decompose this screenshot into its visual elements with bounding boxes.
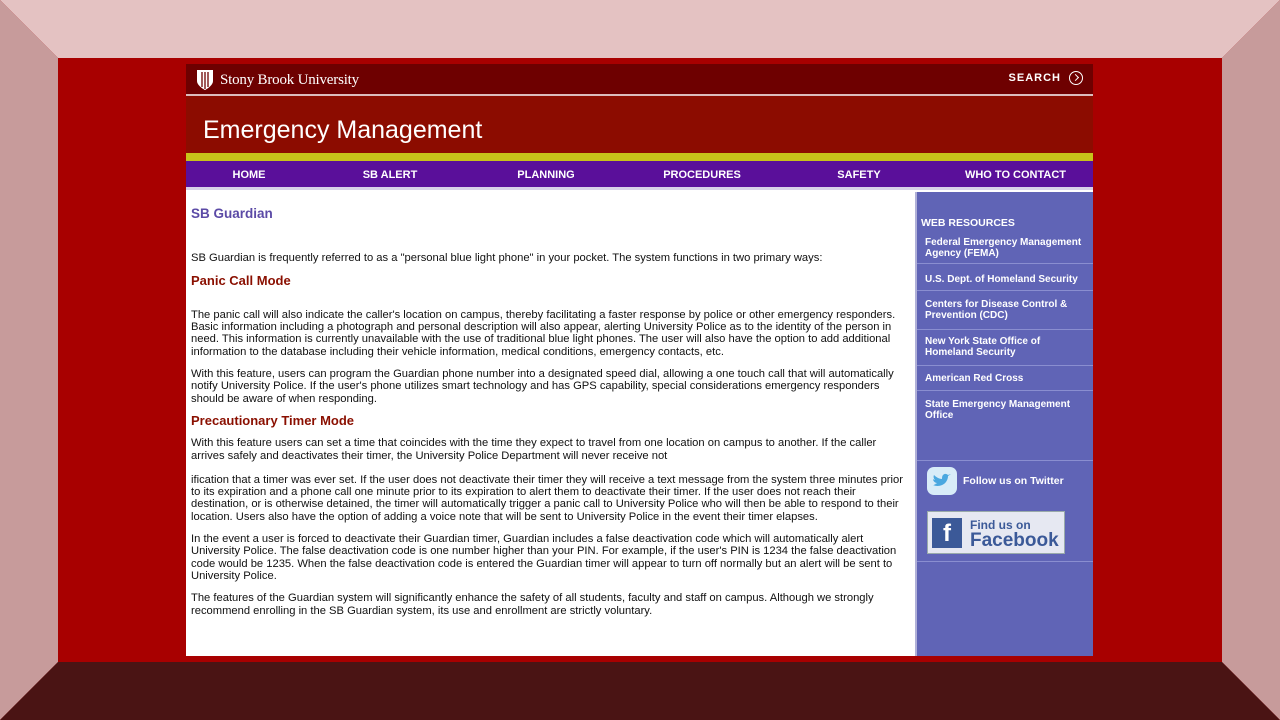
voluntary-paragraph: The features of the Guardian system will…: [191, 592, 874, 617]
gold-accent-bar: [186, 153, 1093, 161]
search-button[interactable]: SEARCH: [1009, 71, 1083, 85]
speed-dial-paragraph: With this feature, users can program the…: [191, 368, 894, 405]
web-resources-heading: WEB RESOURCES: [921, 217, 1015, 229]
sidebar-divider: [917, 460, 1093, 461]
nav-who-to-contact[interactable]: WHO TO CONTACT: [938, 161, 1093, 187]
nav-safety[interactable]: SAFETY: [780, 161, 938, 187]
timer-mode-heading: Precautionary Timer Mode: [191, 412, 355, 428]
nav-home[interactable]: HOME: [186, 161, 312, 187]
search-label: SEARCH: [1008, 72, 1061, 84]
twitter-bird-icon: [927, 467, 957, 495]
main-content: SB Guardian SB Guardian is frequently re…: [191, 195, 909, 617]
sidebar-divider: [917, 365, 1093, 366]
facebook-badge[interactable]: f Find us on Facebook: [927, 511, 1065, 554]
top-bar: Stony Brook University SEARCH: [186, 64, 1093, 94]
link-cdc[interactable]: Centers for Disease Control & Prevention…: [925, 299, 1087, 321]
intro-paragraph: SB Guardian is frequently referred to as…: [191, 252, 823, 265]
sidebar: WEB RESOURCES Federal Emergency Manageme…: [915, 192, 1093, 656]
panic-call-paragraph: The panic call will also indicate the ca…: [191, 308, 896, 358]
timer-paragraph: With this feature users can set a time t…: [191, 437, 877, 462]
main-nav: HOME SB ALERT PLANNING PROCEDURES SAFETY…: [186, 161, 1093, 187]
sidebar-divider: [917, 290, 1093, 291]
shield-icon: [197, 70, 213, 90]
link-fema[interactable]: Federal Emergency Management Agency (FEM…: [925, 237, 1087, 259]
arrow-circle-icon: [1069, 71, 1083, 85]
link-red-cross[interactable]: American Red Cross: [925, 373, 1087, 384]
sidebar-divider: [917, 263, 1093, 264]
link-semo[interactable]: State Emergency Management Office: [925, 399, 1087, 421]
link-nys-homeland-security[interactable]: New York State Office of Homeland Securi…: [925, 336, 1087, 358]
twitter-label: Follow us on Twitter: [963, 475, 1064, 487]
nav-sb-alert[interactable]: SB ALERT: [312, 161, 468, 187]
twitter-link[interactable]: Follow us on Twitter: [927, 467, 1064, 495]
panic-call-heading: Panic Call Mode: [191, 272, 291, 288]
link-homeland-security[interactable]: U.S. Dept. of Homeland Security: [925, 274, 1087, 285]
nav-procedures[interactable]: PROCEDURES: [624, 161, 780, 187]
nav-divider: [186, 187, 1093, 190]
false-code-paragraph: In the event a user is forced to deactiv…: [191, 533, 897, 582]
facebook-f-icon: f: [932, 517, 962, 548]
timer-notification-paragraph: ification that a timer was ever set. If …: [191, 473, 903, 523]
facebook-line2: Facebook: [970, 529, 1059, 551]
sidebar-divider: [917, 390, 1093, 391]
site-title[interactable]: Emergency Management: [203, 116, 482, 145]
nav-planning[interactable]: PLANNING: [468, 161, 624, 187]
page-title: SB Guardian: [191, 206, 273, 221]
site-banner: Emergency Management: [186, 96, 1093, 153]
facebook-text: Find us on Facebook: [970, 518, 1059, 551]
sidebar-divider: [917, 329, 1093, 330]
web-page: Stony Brook University SEARCH Emergency …: [186, 64, 1093, 656]
university-name: Stony Brook University: [220, 71, 359, 88]
university-logo[interactable]: Stony Brook University: [196, 69, 359, 91]
sidebar-divider: [917, 561, 1093, 562]
